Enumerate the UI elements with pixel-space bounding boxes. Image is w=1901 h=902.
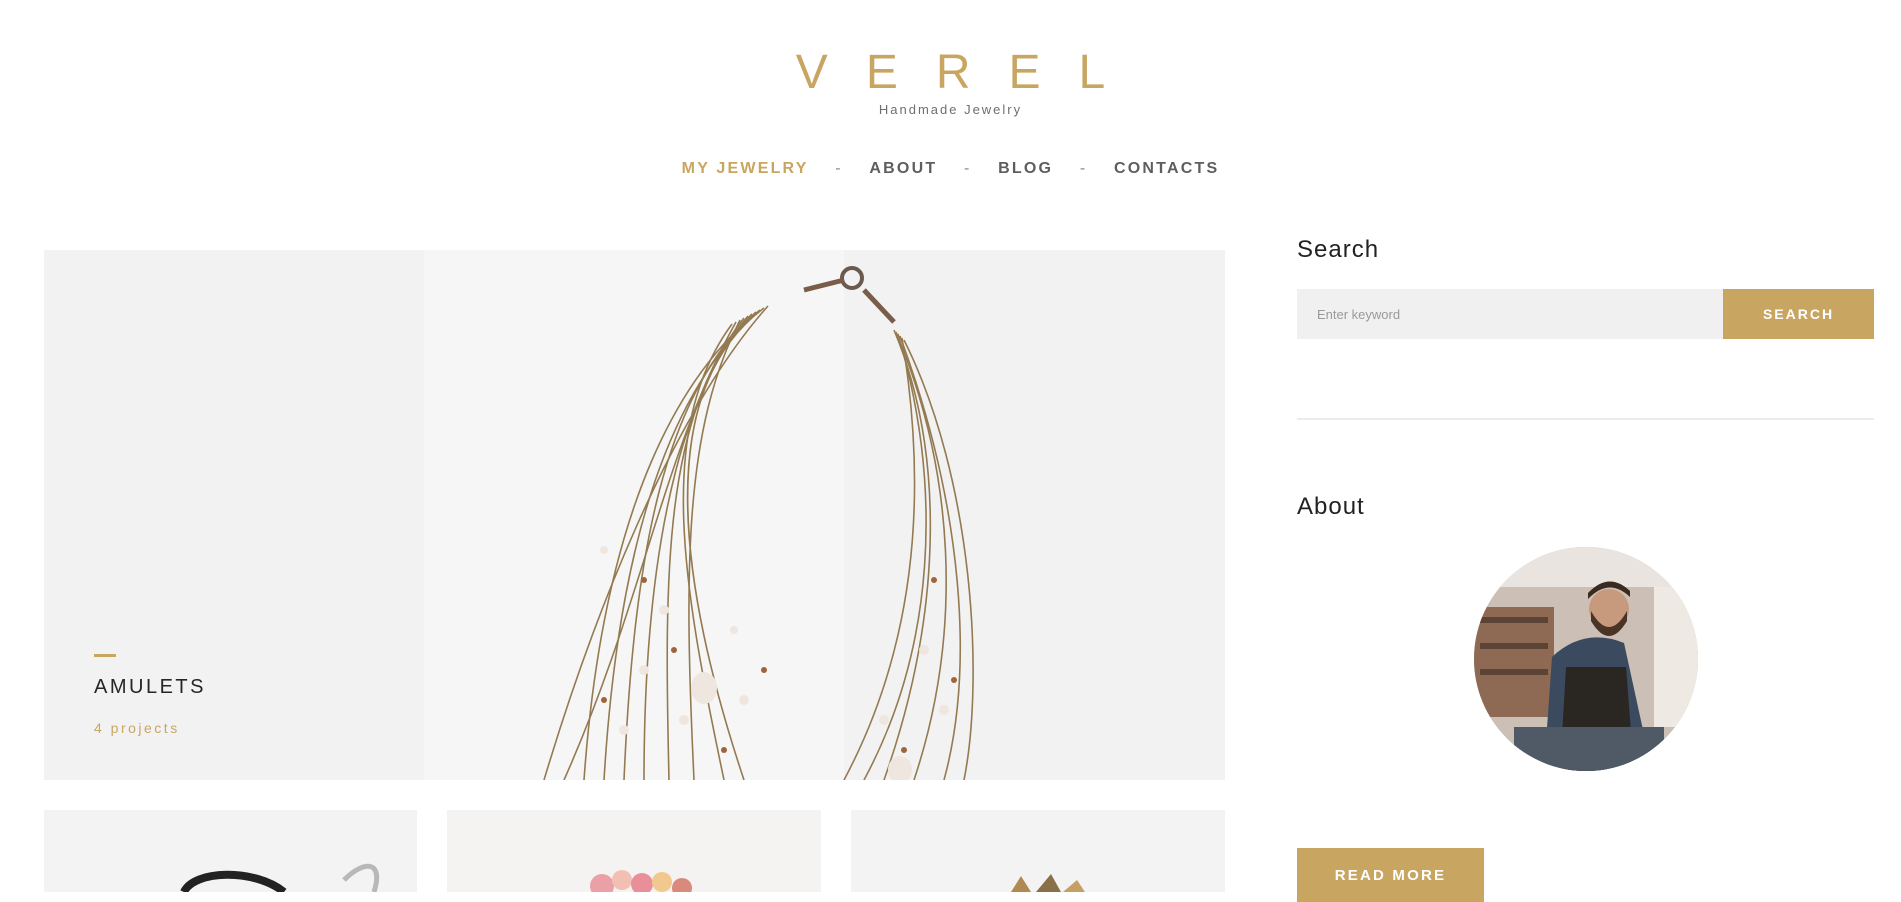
main-nav: MY JEWELRY - ABOUT - BLOG - CONTACTS: [0, 160, 1901, 178]
product-thumbnail[interactable]: [851, 810, 1225, 892]
bracelet-photo-icon: [44, 810, 417, 892]
search-input[interactable]: [1297, 289, 1723, 339]
sidebar-divider: [1297, 418, 1874, 420]
craftsman-photo-icon: [1474, 547, 1698, 771]
nav-item-about[interactable]: ABOUT: [869, 160, 937, 178]
necklace-photo-icon: [44, 250, 1225, 780]
category-accent-line: [94, 654, 116, 657]
product-thumbnail[interactable]: [447, 810, 821, 892]
nav-item-my-jewelry[interactable]: MY JEWELRY: [682, 160, 809, 178]
about-heading: About: [1297, 493, 1365, 520]
search-heading: Search: [1297, 236, 1380, 263]
site-logo[interactable]: VEREL: [0, 44, 1901, 102]
nav-item-contacts[interactable]: CONTACTS: [1114, 160, 1219, 178]
avatar: [1474, 547, 1698, 771]
nav-separator: -: [1079, 160, 1088, 177]
nav-item-blog[interactable]: BLOG: [998, 160, 1053, 178]
nav-separator: -: [835, 160, 843, 177]
product-thumbnail[interactable]: [44, 810, 417, 892]
search-button[interactable]: SEARCH: [1723, 289, 1874, 339]
nav-separator: -: [963, 160, 972, 177]
brooch-photo-icon: [851, 810, 1225, 892]
site-tagline: Handmade Jewelry: [878, 102, 1023, 117]
category-title[interactable]: AMULETS: [94, 676, 206, 699]
category-count: 4 projects: [94, 720, 180, 736]
flower-jewelry-photo-icon: [447, 810, 821, 892]
read-more-button[interactable]: READ MORE: [1297, 848, 1484, 902]
hero-category-card[interactable]: [44, 250, 1225, 780]
